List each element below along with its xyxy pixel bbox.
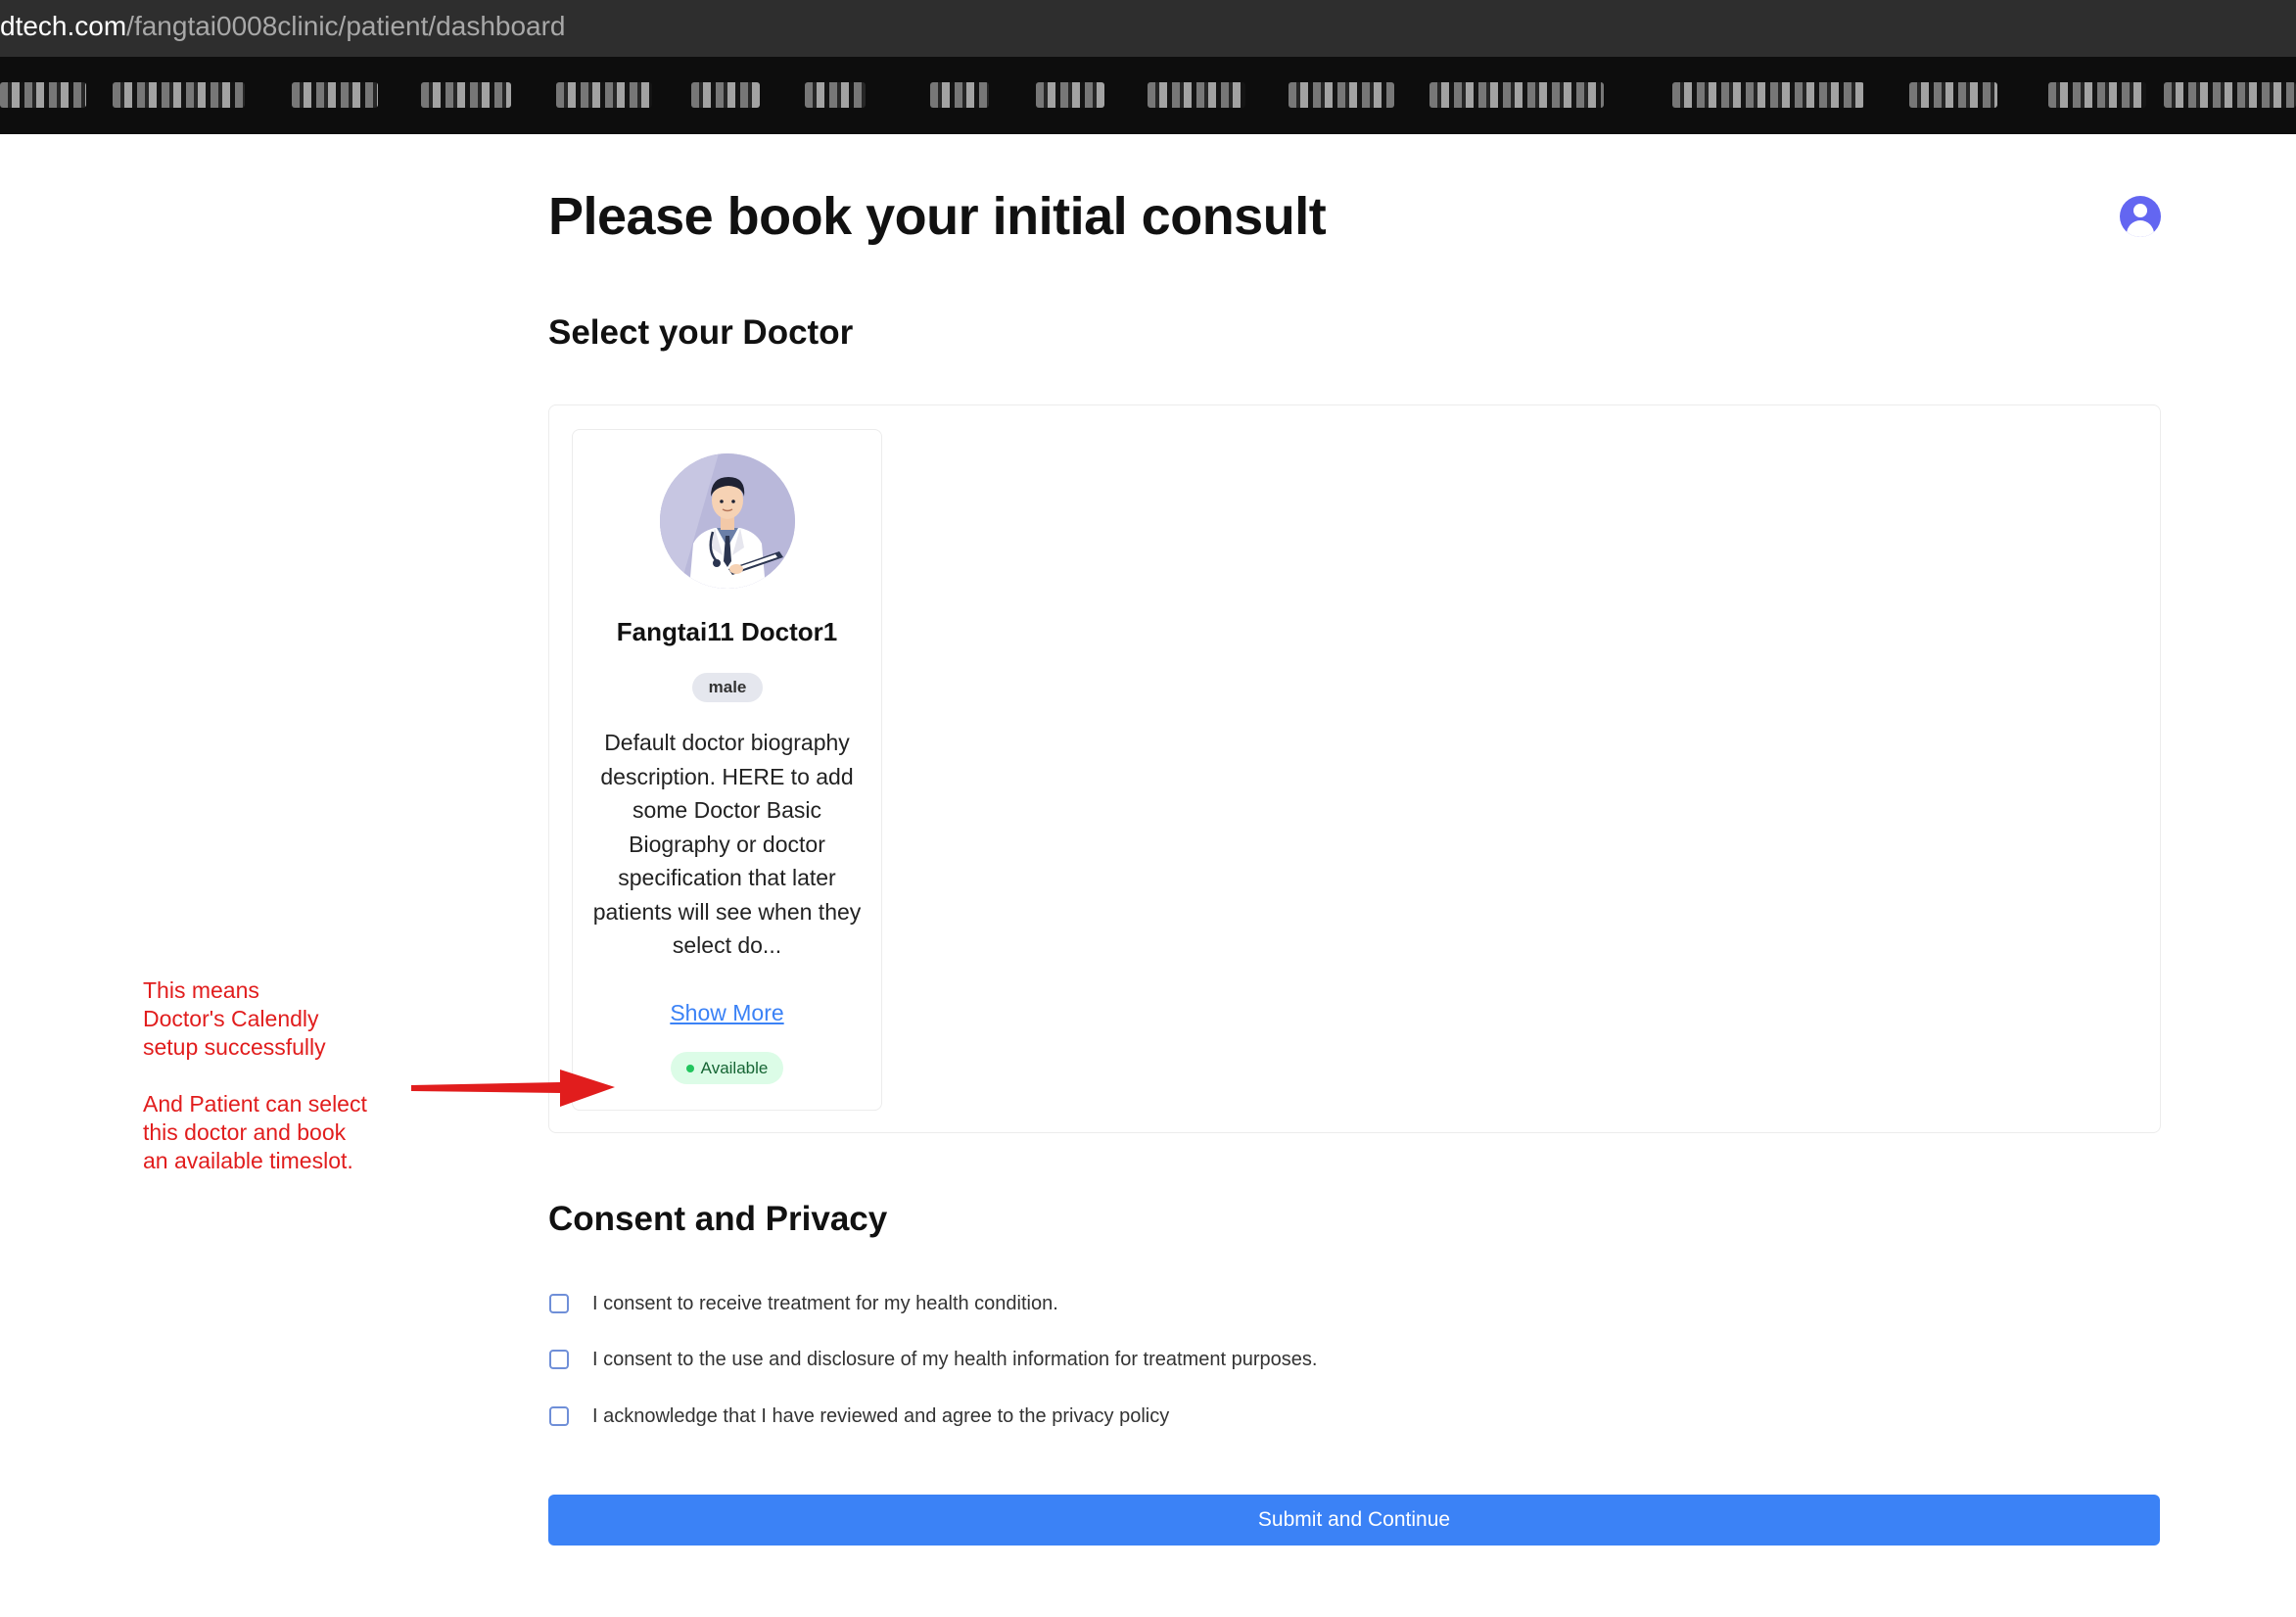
annotation-note-2: And Patient can select this doctor and b…	[143, 1090, 407, 1175]
url-host: dtech.com	[0, 11, 127, 41]
consent-label: I consent to the use and disclosure of m…	[592, 1348, 1318, 1370]
doctor-name: Fangtai11 Doctor1	[616, 617, 838, 646]
availability-status-label: Available	[700, 1059, 769, 1077]
bookmark-item[interactable]	[556, 82, 652, 108]
bookmark-item[interactable]	[292, 82, 378, 108]
bookmark-item[interactable]	[2164, 82, 2296, 108]
annotation-line: setup successfully	[143, 1034, 326, 1060]
doctor-bio: Default doctor biography description. HE…	[592, 730, 862, 958]
consent-label: I acknowledge that I have reviewed and a…	[592, 1404, 1170, 1427]
bookmark-item[interactable]	[0, 82, 86, 108]
bookmark-item[interactable]	[805, 82, 866, 108]
bookmark-item[interactable]	[930, 82, 989, 108]
page-title: Please book your initial consult	[548, 187, 1327, 246]
user-circle-icon[interactable]	[2120, 196, 2161, 237]
annotation-line: this doctor and book	[143, 1119, 347, 1145]
show-more-link[interactable]: Show More	[573, 1000, 881, 1026]
select-doctor-heading: Select your Doctor	[548, 313, 854, 352]
consent-disclosure-checkbox[interactable]	[549, 1350, 569, 1369]
annotation-note-1: This means Doctor's Calendly setup succe…	[143, 976, 407, 1062]
consent-item[interactable]: I acknowledge that I have reviewed and a…	[548, 1402, 1169, 1431]
submit-and-continue-button[interactable]: Submit and Continue	[548, 1495, 2160, 1546]
consent-treatment-checkbox[interactable]	[549, 1294, 569, 1313]
gender-badge: male	[692, 673, 763, 702]
url-path: /fangtai0008clinic/patient/dashboard	[126, 11, 566, 41]
consent-label: I consent to receive treatment for my he…	[592, 1292, 1058, 1314]
privacy-policy-checkbox[interactable]	[549, 1406, 569, 1426]
bookmark-item[interactable]	[691, 82, 760, 108]
annotation-line: This means	[143, 977, 259, 1003]
status-dot-icon	[685, 1064, 694, 1072]
bookmark-item[interactable]	[421, 82, 511, 108]
availability-status-badge: Available	[671, 1052, 783, 1084]
annotation-arrow-icon	[411, 1070, 615, 1107]
consent-item[interactable]: I consent to receive treatment for my he…	[548, 1289, 1058, 1318]
bookmark-item[interactable]	[113, 82, 245, 108]
bookmark-item[interactable]	[1672, 82, 1864, 108]
bookmark-item[interactable]	[1429, 82, 1604, 108]
bookmark-item[interactable]	[1909, 82, 1997, 108]
bookmark-item[interactable]	[1289, 82, 1394, 108]
annotation-line: an available timeslot.	[143, 1148, 353, 1173]
bookmarks-bar[interactable]	[0, 57, 2296, 134]
consent-item[interactable]: I consent to the use and disclosure of m…	[548, 1345, 1317, 1374]
annotation-line: And Patient can select	[143, 1091, 367, 1117]
bookmark-item[interactable]	[2048, 82, 2146, 108]
doctor-card[interactable]: Fangtai11 Doctor1 male Default doctor bi…	[572, 429, 882, 1111]
consent-heading: Consent and Privacy	[548, 1200, 888, 1238]
browser-address-bar[interactable]: dtech.com/fangtai0008clinic/patient/dash…	[0, 0, 2296, 57]
doctor-avatar	[660, 453, 795, 589]
bookmark-item[interactable]	[1148, 82, 1245, 108]
bookmark-item[interactable]	[1036, 82, 1104, 108]
annotation-line: Doctor's Calendly	[143, 1006, 319, 1031]
